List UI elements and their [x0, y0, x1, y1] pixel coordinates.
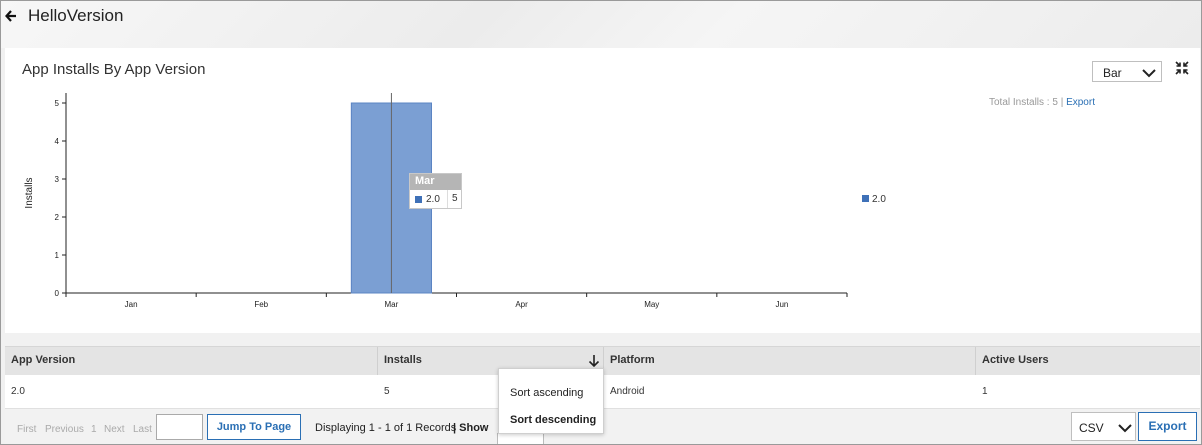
chart-panel: App Installs By App Version Bar Total In…	[5, 48, 1200, 333]
x-tick-label: Jan	[125, 300, 138, 309]
chart-legend: 2.0	[862, 194, 886, 205]
previous-page-link[interactable]: Previous	[45, 424, 84, 435]
current-page-number: 1	[91, 424, 97, 435]
y-tick-label: 2	[55, 213, 60, 222]
cell-platform: Android	[610, 386, 645, 397]
back-arrow-icon[interactable]	[4, 7, 20, 25]
tooltip-row: 2.0 5	[410, 190, 461, 208]
cell-app-version: 2.0	[11, 386, 25, 397]
legend-swatch	[862, 195, 869, 202]
app-title: HelloVersion	[28, 6, 124, 25]
page-size-select[interactable]	[497, 433, 544, 444]
chevron-down-icon	[1118, 424, 1132, 433]
x-tick-label: May	[644, 300, 659, 309]
y-tick-label: 3	[55, 175, 60, 184]
chart-tooltip: Mar 2.0 5	[409, 173, 462, 209]
top-bar: HelloVersion	[1, 1, 1201, 48]
last-page-link[interactable]: Last	[133, 424, 152, 435]
x-tick-label: Mar	[385, 300, 399, 309]
jump-page-input[interactable]	[156, 414, 203, 440]
first-page-link[interactable]: First	[17, 424, 36, 435]
app-frame: HelloVersion App Installs By App Version…	[0, 0, 1202, 445]
y-tick-label: 5	[55, 99, 60, 108]
tooltip-series: 2.0	[426, 194, 440, 205]
x-tick-label: Jun	[775, 300, 788, 309]
y-axis-label: Installs	[24, 177, 35, 208]
export-format-value: CSV	[1079, 421, 1104, 435]
tooltip-swatch	[415, 196, 422, 203]
column-header-active-users[interactable]: Active Users	[976, 347, 1200, 375]
jump-to-page-button[interactable]: Jump To Page	[207, 414, 301, 440]
cell-installs: 5	[384, 386, 390, 397]
y-tick-label: 0	[55, 289, 60, 298]
sort-arrow-icon[interactable]	[588, 354, 600, 368]
sort-descending-item[interactable]: Sort descending	[510, 414, 596, 426]
y-tick-label: 1	[55, 251, 60, 260]
x-tick-label: Feb	[254, 300, 268, 309]
tooltip-value: 5	[447, 190, 458, 208]
tooltip-category: Mar	[410, 174, 461, 190]
column-header-app-version[interactable]: App Version	[5, 347, 377, 375]
y-tick-label: 4	[55, 137, 60, 146]
legend-label: 2.0	[872, 194, 886, 205]
next-page-link[interactable]: Next	[104, 424, 125, 435]
bar-chart: Installs 0 1 2 3 4 5 Jan Feb Mar Apr May Jun	[24, 93, 848, 309]
sort-ascending-item[interactable]: Sort ascending	[510, 387, 583, 399]
sort-menu: Sort ascending Sort descending	[498, 368, 604, 434]
records-count: Displaying 1 - 1 of 1 Records	[315, 422, 457, 434]
column-header-platform[interactable]: Platform	[604, 347, 975, 375]
export-button[interactable]: Export	[1138, 412, 1197, 441]
cell-active-users: 1	[982, 386, 988, 397]
export-format-select[interactable]: CSV	[1071, 412, 1136, 441]
x-tick-label: Apr	[515, 300, 528, 309]
show-label: | Show	[453, 422, 489, 434]
